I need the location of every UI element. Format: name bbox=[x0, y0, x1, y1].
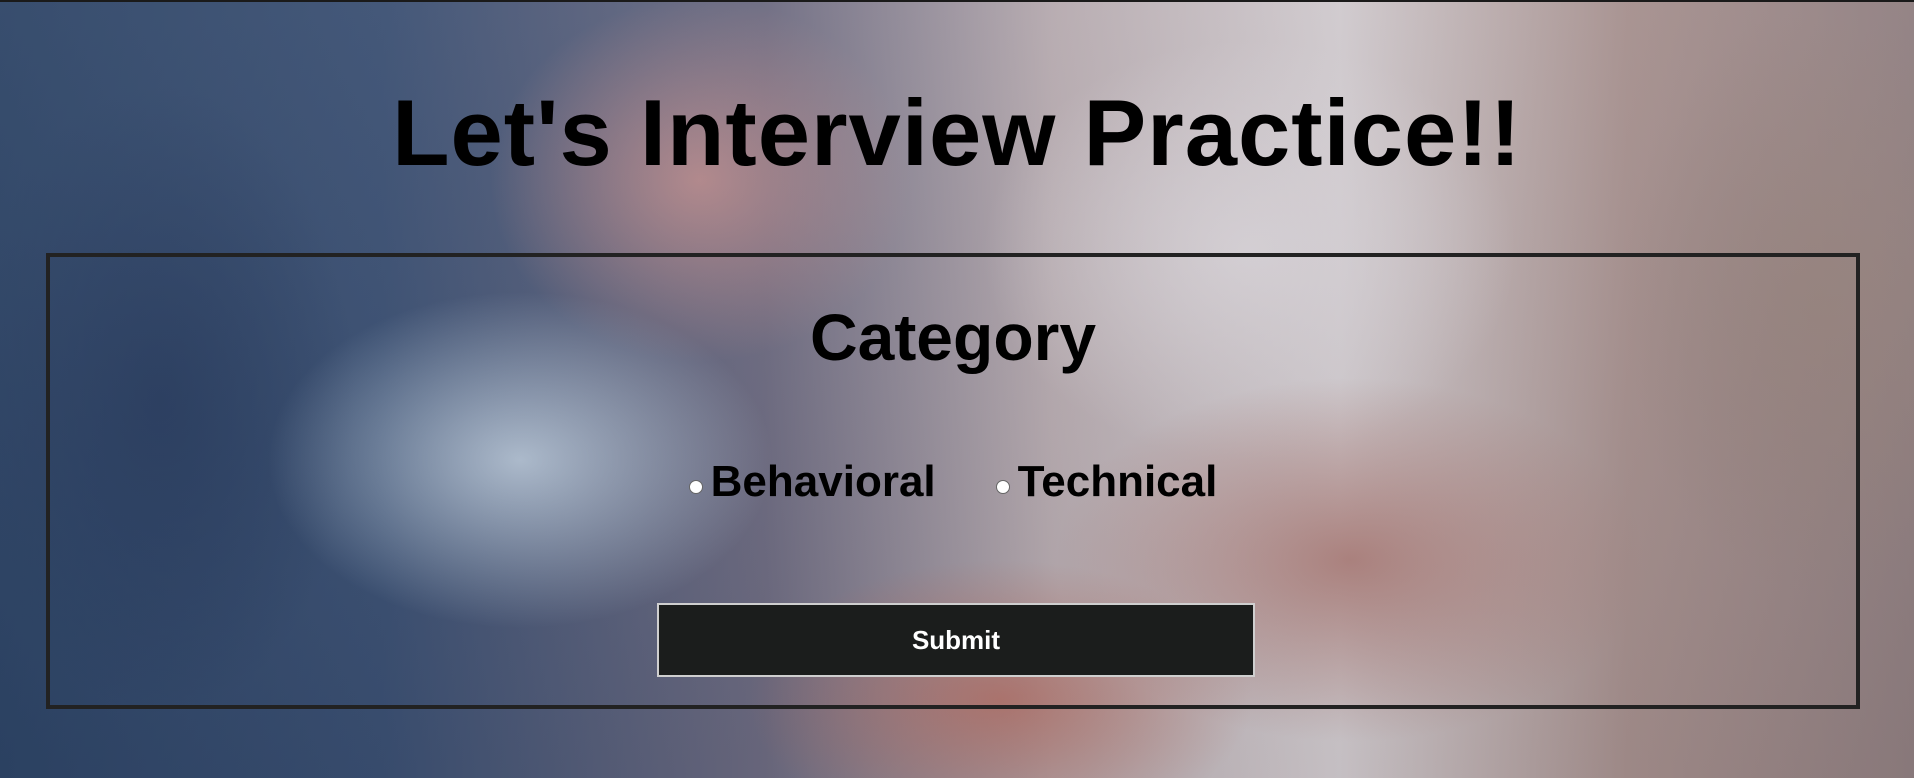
category-heading: Category bbox=[809, 300, 1097, 374]
submit-button[interactable]: Submit bbox=[657, 603, 1255, 677]
category-form-panel: Category Behavioral Technical Submit bbox=[46, 253, 1860, 709]
top-divider bbox=[0, 0, 1914, 2]
page-title: Let's Interview Practice!! bbox=[392, 80, 1522, 185]
radio-option-behavioral[interactable]: Behavioral bbox=[688, 457, 936, 507]
category-radio-group: Behavioral Technical bbox=[50, 457, 1856, 507]
radio-label-behavioral: Behavioral bbox=[710, 457, 936, 506]
radio-button-technical[interactable] bbox=[995, 480, 1010, 494]
radio-option-technical[interactable]: Technical bbox=[995, 457, 1218, 507]
radio-label-technical: Technical bbox=[1017, 457, 1218, 506]
radio-button-behavioral[interactable] bbox=[688, 480, 703, 494]
